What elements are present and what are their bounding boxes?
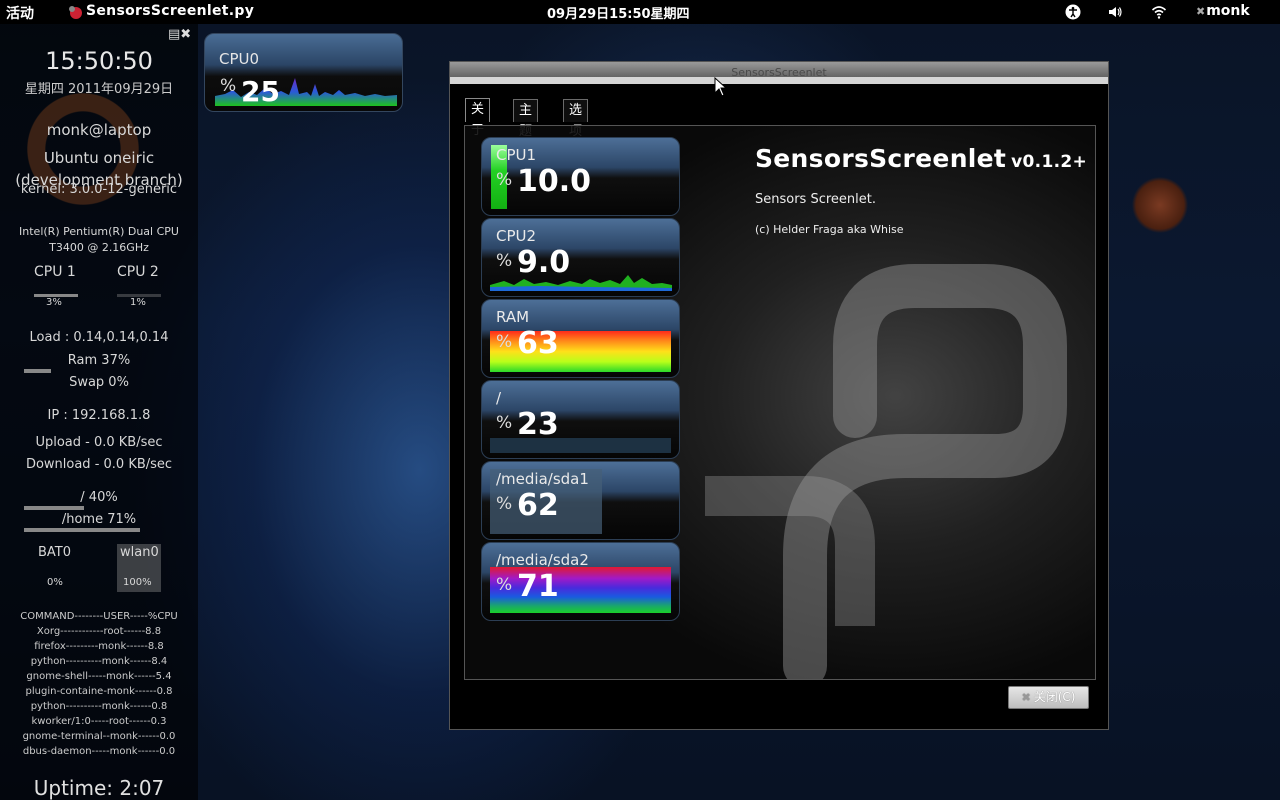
percent-symbol: % [496, 575, 513, 595]
conky-root-bar [24, 506, 84, 510]
meter-value: 9.0 [517, 245, 571, 280]
about-app-name: SensorsScreenlet v0.1.2+ [755, 144, 1087, 173]
close-icon: ✖ [1021, 691, 1031, 704]
meter-value: 71 [517, 569, 559, 604]
close-button-label: 关闭(C) [1033, 690, 1076, 704]
conky-cpu-name: Intel(R) Pentium(R) Dual CPU T3400 @ 2.1… [19, 225, 179, 254]
process-row: kworker/1:0-----root------0.3 [31, 716, 167, 727]
conky-sidebar: ▤✖ 15:50:50 星期四 2011年09月29日 monk@laptop … [0, 24, 198, 800]
tab-theme[interactable]: 主题 [513, 99, 539, 139]
cpu0-value: 25 [241, 75, 280, 108]
process-row: python----------monk------8.4 [30, 656, 168, 667]
conky-cpu2-label: CPU 2 [117, 264, 159, 280]
user-name: monk [1206, 3, 1250, 19]
percent-symbol: % [496, 170, 513, 190]
conky-bat-label: BAT0 [38, 545, 72, 560]
app-version: v0.1.2+ [1011, 152, 1087, 172]
user-menu[interactable]: ✖monk [1196, 3, 1250, 19]
close-button[interactable]: ✖ 关闭(C) [1008, 686, 1089, 709]
cpu0-percent-symbol: % [220, 76, 237, 96]
about-copyright: (c) Helder Fraga aka Whise [755, 223, 904, 236]
process-row: gnome-shell-----monk------5.4 [26, 671, 172, 682]
sensors-screenlet-dialog: SensorsScreenlet 关于 主题 选项 SensorsScreenl… [449, 61, 1109, 730]
process-row: COMMAND--------USER-----%CPU [20, 611, 178, 622]
meter-value: 63 [517, 326, 559, 361]
conky-uptime: Uptime: 2:07 [33, 776, 165, 800]
conky-bat-value: 0% [47, 577, 63, 588]
accessibility-icon[interactable] [1064, 4, 1082, 20]
conky-load: Load : 0.14,0.14,0.14 [29, 330, 169, 345]
conky-wlan-value: 100% [123, 577, 152, 588]
percent-symbol: % [496, 332, 513, 352]
app-icon [69, 6, 82, 19]
wifi-icon[interactable] [1150, 4, 1168, 20]
percent-symbol: % [496, 494, 513, 514]
meter-value: 62 [517, 488, 559, 523]
process-row: plugin-containe-monk------0.8 [25, 686, 173, 697]
conky-home-bar [24, 528, 140, 532]
window-titlebar[interactable]: SensorsScreenlet [450, 62, 1108, 84]
conky-cpu2-value: 1% [130, 297, 146, 308]
conky-cpu1-value: 3% [46, 297, 62, 308]
process-row: python----------monk------0.8 [30, 701, 168, 712]
meter-label: / [496, 389, 502, 407]
meter-root: / % 23 [481, 380, 680, 459]
cpu0-screenlet[interactable]: CPU0 % 25 [204, 33, 403, 112]
about-panel: SensorsScreenlet v0.1.2+ Sensors Screenle… [464, 125, 1096, 680]
conky-root-fs: / 40% [80, 490, 118, 505]
conky-home-fs: /home 71% [61, 512, 137, 527]
mouse-cursor-icon [714, 77, 728, 97]
conky-upload: Upload - 0.0 KB/sec [35, 435, 163, 450]
conky-cpu1-label: CPU 1 [34, 264, 76, 280]
app-name: SensorsScreenlet [755, 144, 1007, 173]
meter-ram: RAM % 63 [481, 299, 680, 378]
conky-ram: Ram 37% [67, 353, 131, 368]
conky-swap: Swap 0% [69, 375, 129, 390]
conky-process-list: COMMAND--------USER-----%CPU Xorg-------… [0, 609, 198, 759]
top-panel: 活动 SensorsScreenlet.py 09月29日15:50星期四 ✖m… [0, 0, 1280, 24]
meter-label: /media/sda2 [496, 551, 589, 569]
conky-kernel: kernel: 3.0.0-12-generic [20, 182, 178, 197]
conky-ram-bar [24, 369, 51, 373]
process-row: gnome-terminal--monk------0.0 [22, 731, 176, 742]
screenlets-logo-watermark [705, 264, 1067, 679]
activities-button[interactable]: 活动 [6, 3, 34, 23]
conky-user-host: monk@laptop [46, 121, 152, 139]
process-row: Xorg------------root------8.8 [36, 626, 162, 637]
meter-label: CPU1 [496, 146, 537, 164]
cpu0-label: CPU0 [219, 50, 260, 68]
conky-date: 星期四 2011年09月29日 [24, 82, 174, 97]
meter-cpu1: CPU1 % 10.0 [481, 137, 680, 216]
conky-time: 15:50:50 [45, 47, 153, 75]
conky-wlan-label: wlan0 [120, 545, 159, 560]
conky-controls[interactable]: ▤✖ [168, 27, 191, 42]
clock[interactable]: 09月29日15:50星期四 [547, 3, 690, 22]
status-icon: ✖ [1196, 5, 1206, 18]
about-description: Sensors Screenlet. [755, 192, 876, 207]
meter-sda1: /media/sda1 % 62 [481, 461, 680, 540]
percent-symbol: % [496, 413, 513, 433]
meter-sda2: /media/sda2 % 71 [481, 542, 680, 621]
conky-os: Ubuntu oneiric [43, 149, 155, 167]
volume-icon[interactable] [1106, 4, 1124, 20]
conky-ip: IP : 192.168.1.8 [47, 408, 151, 423]
meter-label: /media/sda1 [496, 470, 589, 488]
meter-value: 23 [517, 407, 559, 442]
conky-download: Download - 0.0 KB/sec [25, 457, 173, 472]
percent-symbol: % [496, 251, 513, 271]
process-row: dbus-daemon-----monk------0.0 [22, 746, 176, 757]
tab-options[interactable]: 选项 [563, 99, 589, 139]
meter-cpu2: CPU2 % 9.0 [481, 218, 680, 297]
meter-label: RAM [496, 308, 530, 326]
process-row: firefox---------monk------8.8 [34, 641, 164, 652]
tab-about[interactable]: 关于 [465, 98, 491, 138]
meter-value: 10.0 [517, 164, 592, 199]
app-menu-title[interactable]: SensorsScreenlet.py [86, 3, 254, 19]
meter-label: CPU2 [496, 227, 537, 245]
